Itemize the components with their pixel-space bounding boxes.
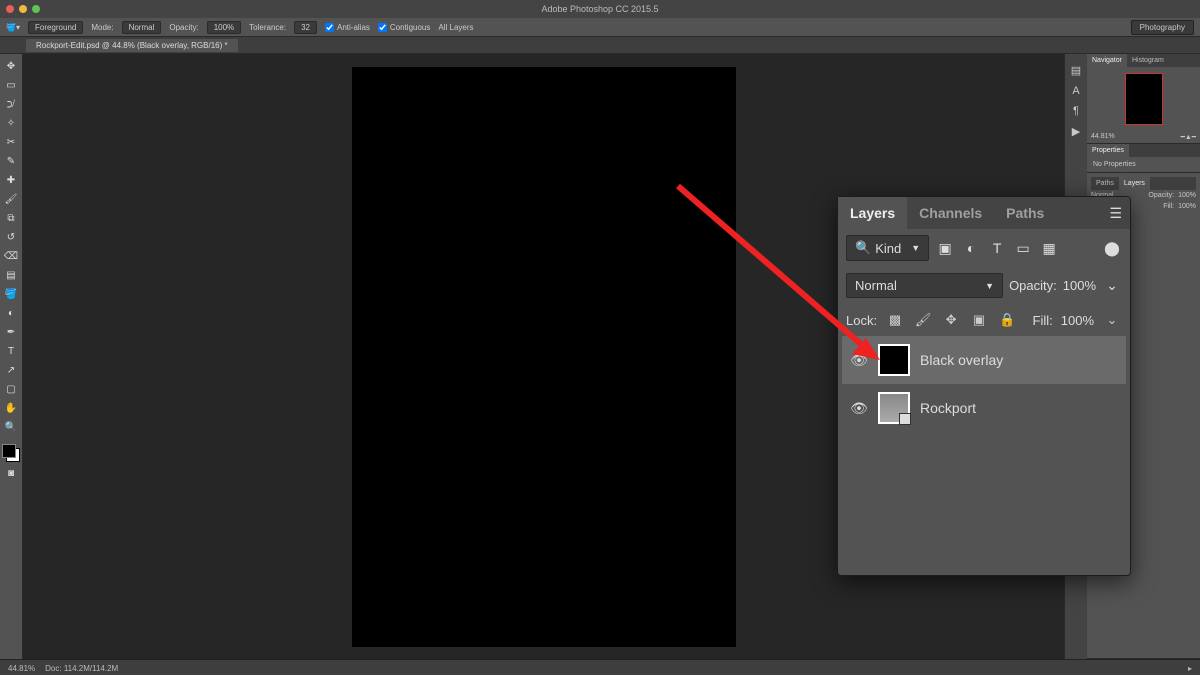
opacity-label: Opacity: [1009, 278, 1057, 293]
mode-select[interactable]: Normal [122, 21, 162, 34]
opacity-value[interactable]: 100% [207, 21, 241, 34]
visibility-icon[interactable]: 👁 [850, 400, 868, 417]
eyedropper-tool-icon[interactable]: ✎ [3, 153, 19, 169]
layer-name[interactable]: Rockport [920, 400, 976, 416]
status-bar: 44.81% Doc: 114.2M/114.2M ▸ [0, 659, 1200, 675]
shape-tool-icon[interactable]: ▢ [3, 381, 19, 397]
tolerance-label: Tolerance: [249, 23, 286, 32]
layer-thumbnail[interactable] [878, 344, 910, 376]
tab-layers-mini[interactable]: Layers [1119, 177, 1150, 190]
layer-row-rockport[interactable]: 👁 Rockport [842, 384, 1126, 432]
mini-opacity-value[interactable]: 100% [1178, 192, 1196, 199]
navigator-zoom: 44.81% [1091, 133, 1115, 141]
status-doc-size[interactable]: Doc: 114.2M/114.2M [45, 664, 118, 673]
navigator-panel: Navigator Histogram 44.81% ━▲━ [1087, 54, 1200, 144]
lock-position-icon[interactable]: ✥ [941, 310, 961, 330]
panel-menu-icon[interactable]: ☰ [1109, 205, 1122, 222]
layers-panel[interactable]: Layers Channels Paths ☰ 🔍Kind▼ ▣ ◐ T ▭ ▦… [837, 196, 1131, 576]
mini-opacity-label: Opacity: [1148, 192, 1174, 199]
mini-fill-label: Fill: [1163, 203, 1174, 210]
mini-fill-value[interactable]: 100% [1178, 203, 1196, 210]
gradient-tool-icon[interactable]: ▤ [3, 267, 19, 283]
lock-label: Lock: [846, 313, 877, 328]
options-bar: 🪣▾ Foreground Mode: Normal Opacity: 100%… [0, 18, 1200, 37]
filter-shape-icon[interactable]: ▭ [1013, 238, 1033, 258]
filter-smart-icon[interactable]: ▦ [1039, 238, 1059, 258]
fill-label: Fill: [1033, 313, 1053, 328]
history-brush-icon[interactable]: ↺ [3, 229, 19, 245]
tab-paths-mini[interactable]: Paths [1091, 177, 1119, 190]
lock-image-icon[interactable]: 🖌 [913, 310, 933, 330]
properties-panel: Properties No Properties [1087, 144, 1200, 173]
contiguous-checkbox[interactable]: Contiguous [378, 23, 430, 32]
fill-source-select[interactable]: Foreground [28, 21, 83, 34]
fill-chevron-icon[interactable]: ⌄ [1102, 310, 1122, 330]
tab-paths[interactable]: Paths [994, 197, 1056, 229]
opacity-value[interactable]: 100% [1063, 278, 1096, 293]
status-zoom[interactable]: 44.81% [8, 664, 35, 673]
navigator-slider[interactable]: ━▲━ [1181, 133, 1196, 141]
filter-image-icon[interactable]: ▣ [935, 238, 955, 258]
workspace-switcher[interactable]: Photography [1131, 20, 1194, 35]
path-tool-icon[interactable]: ↗ [3, 362, 19, 378]
tab-properties[interactable]: Properties [1087, 144, 1129, 157]
layer-thumbnail[interactable] [878, 392, 910, 424]
filter-toggle[interactable]: ⬤ [1102, 238, 1122, 258]
title-bar: Adobe Photoshop CC 2015.5 [0, 0, 1200, 18]
pen-tool-icon[interactable]: ✒ [3, 324, 19, 340]
mode-label: Mode: [91, 23, 113, 32]
heal-tool-icon[interactable]: ✚ [3, 172, 19, 188]
visibility-icon[interactable]: 👁 [850, 352, 868, 369]
wand-tool-icon[interactable]: ✧ [3, 115, 19, 131]
opacity-label: Opacity: [169, 23, 198, 32]
document-tab[interactable]: Rockport-Edit.psd @ 44.8% (Black overlay… [26, 39, 238, 52]
bucket-tool-icon[interactable]: 🪣 [3, 286, 19, 302]
foreground-swatch[interactable] [2, 444, 16, 458]
type-tool-icon[interactable]: T [3, 343, 19, 359]
navigator-thumbnail[interactable] [1125, 73, 1163, 125]
tab-navigator[interactable]: Navigator [1087, 54, 1127, 67]
zoom-tool-icon[interactable]: 🔍 [3, 419, 19, 435]
tool-bar: ✥ ▭ ⟉ ✧ ✂ ✎ ✚ 🖌 ⧉ ↺ ⌫ ▤ 🪣 ◐ ✒ T ↗ ▢ ✋ 🔍 … [0, 54, 23, 659]
color-swatches[interactable] [2, 444, 20, 462]
document-canvas[interactable] [352, 67, 736, 647]
antialias-checkbox[interactable]: Anti-alias [325, 23, 370, 32]
brush-tool-icon[interactable]: 🖌 [3, 191, 19, 207]
app-title: Adobe Photoshop CC 2015.5 [0, 4, 1200, 14]
lasso-tool-icon[interactable]: ⟉ [3, 96, 19, 112]
lock-artboard-icon[interactable]: ▣ [969, 310, 989, 330]
paragraph-panel-icon[interactable]: ¶ [1073, 105, 1079, 117]
eraser-tool-icon[interactable]: ⌫ [3, 248, 19, 264]
properties-message: No Properties [1087, 157, 1200, 172]
lock-all-icon[interactable]: 🔒 [997, 310, 1017, 330]
fill-value[interactable]: 100% [1061, 313, 1094, 328]
character-panel-icon[interactable]: A [1072, 85, 1079, 97]
stamp-tool-icon[interactable]: ⧉ [3, 210, 19, 226]
tab-channels[interactable]: Channels [907, 197, 994, 229]
dodge-tool-icon[interactable]: ◐ [3, 305, 19, 321]
document-tab-row: Rockport-Edit.psd @ 44.8% (Black overlay… [0, 37, 1200, 54]
tab-layers[interactable]: Layers [838, 197, 907, 229]
filter-type-icon[interactable]: T [987, 238, 1007, 258]
move-tool-icon[interactable]: ✥ [3, 58, 19, 74]
quickmask-icon[interactable]: ◙ [3, 465, 19, 481]
layer-filter-select[interactable]: 🔍Kind▼ [846, 235, 929, 261]
hand-tool-icon[interactable]: ✋ [3, 400, 19, 416]
bucket-tool-icon[interactable]: 🪣▾ [6, 23, 20, 32]
history-panel-icon[interactable]: ▤ [1071, 64, 1081, 77]
lock-transparency-icon[interactable]: ▩ [885, 310, 905, 330]
layer-name[interactable]: Black overlay [920, 352, 1003, 368]
blend-mode-select[interactable]: Normal▼ [846, 273, 1003, 298]
crop-tool-icon[interactable]: ✂ [3, 134, 19, 150]
all-layers-label[interactable]: All Layers [438, 23, 473, 32]
filter-adjust-icon[interactable]: ◐ [961, 238, 981, 258]
tolerance-value[interactable]: 32 [294, 21, 317, 34]
opacity-chevron-icon[interactable]: ⌄ [1102, 276, 1122, 296]
marquee-tool-icon[interactable]: ▭ [3, 77, 19, 93]
layer-row-black-overlay[interactable]: 👁 Black overlay [842, 336, 1126, 384]
actions-panel-icon[interactable]: ▶ [1072, 125, 1080, 138]
tab-histogram[interactable]: Histogram [1127, 54, 1169, 67]
